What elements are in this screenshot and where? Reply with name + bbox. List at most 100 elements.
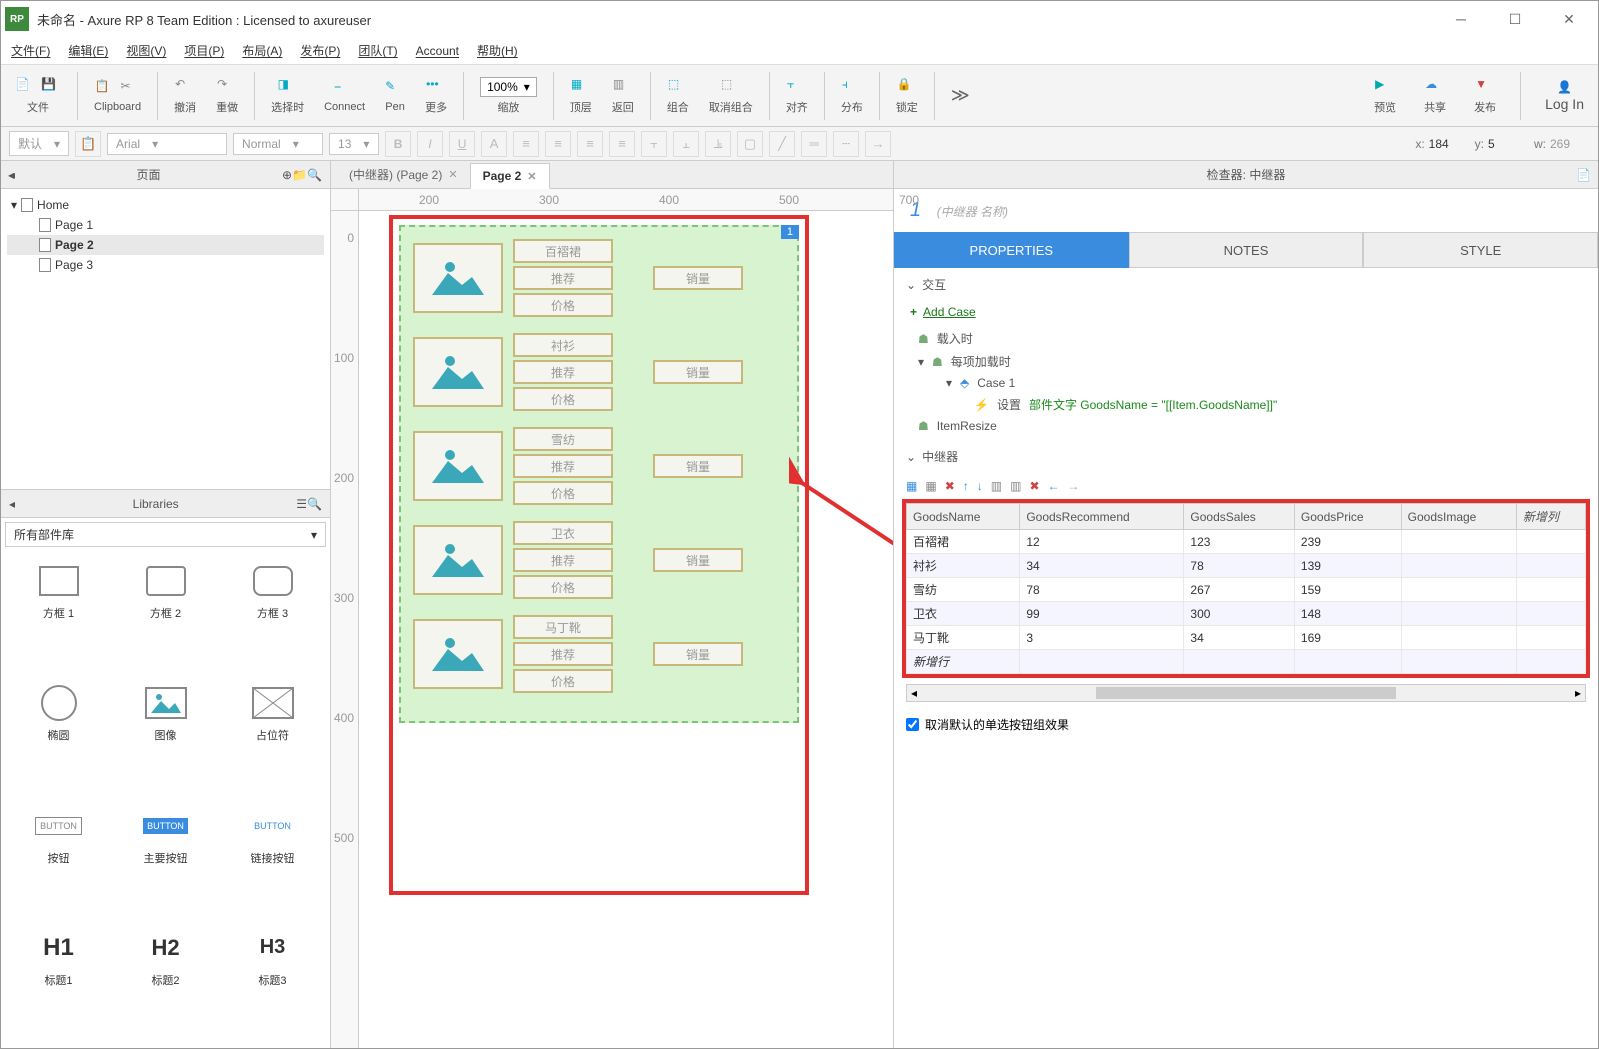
left-icon[interactable]: ← bbox=[1048, 479, 1060, 493]
lib-ellipse[interactable]: 椭圆 bbox=[9, 681, 108, 795]
search-icon[interactable]: 🔍 bbox=[307, 168, 322, 182]
tab-style[interactable]: STYLE bbox=[1363, 232, 1598, 268]
down-icon[interactable]: ↓ bbox=[977, 479, 983, 493]
copy-style-btn[interactable]: 📋 bbox=[75, 131, 101, 157]
tb-select[interactable]: ◨ 选择时 bbox=[263, 73, 312, 119]
font-family[interactable]: Arial▾ bbox=[107, 133, 227, 155]
canvas[interactable]: 1 百褶裙 推荐 价格 销量 衬衫 推荐 价格 销量 雪纺 推荐 价格 销量 卫… bbox=[359, 211, 893, 1048]
recommend-field[interactable]: 推荐 bbox=[513, 360, 613, 384]
tb-pen[interactable]: ✎ Pen bbox=[377, 75, 413, 117]
section-repeater[interactable]: ⌄中继器 bbox=[894, 440, 1598, 473]
tree-page2[interactable]: Page 2 bbox=[7, 235, 324, 255]
menu-edit[interactable]: 编辑(E) bbox=[68, 42, 108, 59]
bullets-btn[interactable]: ≡ bbox=[513, 131, 539, 157]
section-interactions[interactable]: ⌄交互 bbox=[894, 268, 1598, 301]
tb-front[interactable]: ▦ 顶层 bbox=[562, 73, 600, 119]
align-center-btn[interactable]: ≡ bbox=[577, 131, 603, 157]
delete-icon[interactable]: ✖ bbox=[945, 479, 955, 493]
valign-top-btn[interactable]: ⫟ bbox=[641, 131, 667, 157]
tb-overflow[interactable]: ≫ bbox=[943, 81, 978, 110]
minimize-button[interactable]: ─ bbox=[1436, 4, 1486, 34]
tb-file[interactable]: 📄💾 文件 bbox=[7, 73, 69, 119]
recommend-field[interactable]: 推荐 bbox=[513, 266, 613, 290]
lib-select[interactable]: 所有部件库▾ bbox=[5, 522, 326, 547]
sales-field[interactable]: 销量 bbox=[653, 454, 743, 478]
add-row[interactable]: 新增行 bbox=[907, 650, 1586, 674]
fill-btn[interactable]: ▢ bbox=[737, 131, 763, 157]
align-right-btn[interactable]: ≡ bbox=[609, 131, 635, 157]
repeater-row[interactable]: 卫衣 推荐 价格 销量 bbox=[413, 521, 785, 599]
lib-primary-button[interactable]: BUTTON主要按钮 bbox=[116, 804, 215, 918]
image-placeholder[interactable] bbox=[413, 619, 503, 689]
price-field[interactable]: 价格 bbox=[513, 387, 613, 411]
event-load[interactable]: ☗载入时 bbox=[918, 327, 1574, 350]
valign-mid-btn[interactable]: ⫠ bbox=[673, 131, 699, 157]
goodsname-field[interactable]: 卫衣 bbox=[513, 521, 613, 545]
menu-project[interactable]: 项目(P) bbox=[184, 42, 224, 59]
action-set-text[interactable]: ⚡设置 部件文字 GoodsName = "[[Item.GoodsName]]… bbox=[918, 393, 1574, 416]
col-goodsrecommend[interactable]: GoodsRecommend bbox=[1020, 504, 1184, 530]
case-1[interactable]: ▾⬘Case 1 bbox=[918, 373, 1574, 393]
tab-inherited[interactable]: (中继器) (Page 2)✕ bbox=[337, 161, 470, 188]
up-icon[interactable]: ↑ bbox=[963, 479, 969, 493]
goodsname-field[interactable]: 马丁靴 bbox=[513, 615, 613, 639]
y-input[interactable] bbox=[1488, 137, 1528, 151]
lib-box2[interactable]: 方框 2 bbox=[116, 559, 215, 673]
tb-connect[interactable]: ⎯ Connect bbox=[316, 75, 373, 117]
font-weight[interactable]: Normal▾ bbox=[233, 133, 323, 155]
tree-page1[interactable]: Page 1 bbox=[7, 215, 324, 235]
lib-h1[interactable]: H1标题1 bbox=[9, 926, 108, 1040]
menu-view[interactable]: 视图(V) bbox=[126, 42, 166, 59]
tree-home[interactable]: ▾Home bbox=[7, 195, 324, 215]
price-field[interactable]: 价格 bbox=[513, 481, 613, 505]
table-row[interactable]: 卫衣99300148 bbox=[907, 602, 1586, 626]
goodsname-field[interactable]: 百褶裙 bbox=[513, 239, 613, 263]
font-size[interactable]: 13▾ bbox=[329, 133, 379, 155]
tb-group-btn[interactable]: ⬚ 组合 bbox=[659, 73, 697, 119]
repeater-row[interactable]: 百褶裙 推荐 价格 销量 bbox=[413, 239, 785, 317]
lib-box1[interactable]: 方框 1 bbox=[9, 559, 108, 673]
sales-field[interactable]: 销量 bbox=[653, 266, 743, 290]
sales-field[interactable]: 销量 bbox=[653, 360, 743, 384]
table-row[interactable]: 雪纺78267159 bbox=[907, 578, 1586, 602]
menu-layout[interactable]: 布局(A) bbox=[242, 42, 282, 59]
text-color-btn[interactable]: A bbox=[481, 131, 507, 157]
line-color-btn[interactable]: ╱ bbox=[769, 131, 795, 157]
line-style-btn[interactable]: ┄ bbox=[833, 131, 859, 157]
scroll-left-icon[interactable]: ◂ bbox=[907, 686, 921, 700]
scroll-right-icon[interactable]: ▸ bbox=[1571, 686, 1585, 700]
menu-file[interactable]: 文件(F) bbox=[11, 42, 50, 59]
menu-team[interactable]: 团队(T) bbox=[358, 42, 397, 59]
repeater-dataset[interactable]: GoodsName GoodsRecommend GoodsSales Good… bbox=[906, 503, 1586, 674]
goodsname-field[interactable]: 雪纺 bbox=[513, 427, 613, 451]
login-button[interactable]: 👤 Log In bbox=[1537, 76, 1592, 116]
style-preset[interactable]: 默认▾ bbox=[9, 131, 69, 156]
tb-lock[interactable]: 🔒 锁定 bbox=[888, 73, 926, 119]
menu-icon[interactable]: ☰ bbox=[296, 497, 307, 511]
tab-properties[interactable]: PROPERTIES bbox=[894, 232, 1129, 268]
tb-align[interactable]: ⫟ 对齐 bbox=[778, 73, 816, 119]
delete-col-icon[interactable]: ✖ bbox=[1029, 479, 1039, 493]
table-row[interactable]: 马丁靴334169 bbox=[907, 626, 1586, 650]
image-placeholder[interactable] bbox=[413, 243, 503, 313]
menu-help[interactable]: 帮助(H) bbox=[477, 42, 518, 59]
col-icon[interactable]: ▥ bbox=[1010, 479, 1021, 493]
checkbox[interactable] bbox=[906, 718, 919, 731]
line-width-btn[interactable]: ═ bbox=[801, 131, 827, 157]
lib-button[interactable]: BUTTON按钮 bbox=[9, 804, 108, 918]
event-item-load[interactable]: ▾☗每项加载时 bbox=[918, 350, 1574, 373]
col-goodssales[interactable]: GoodsSales bbox=[1184, 504, 1295, 530]
lib-link-button[interactable]: BUTTON链接按钮 bbox=[223, 804, 322, 918]
tb-zoom[interactable]: 100%▾ 缩放 bbox=[472, 73, 545, 119]
image-placeholder[interactable] bbox=[413, 431, 503, 501]
image-placeholder[interactable] bbox=[413, 337, 503, 407]
menu-account[interactable]: Account bbox=[416, 44, 459, 58]
tree-page3[interactable]: Page 3 bbox=[7, 255, 324, 275]
widget-name-field[interactable]: 1 (中继器 名称) bbox=[894, 189, 1598, 232]
repeater-row[interactable]: 衬衫 推荐 价格 销量 bbox=[413, 333, 785, 411]
goodsname-field[interactable]: 衬衫 bbox=[513, 333, 613, 357]
price-field[interactable]: 价格 bbox=[513, 669, 613, 693]
price-field[interactable]: 价格 bbox=[513, 575, 613, 599]
lib-box3[interactable]: 方框 3 bbox=[223, 559, 322, 673]
grid-icon[interactable]: ▦ bbox=[925, 479, 936, 493]
